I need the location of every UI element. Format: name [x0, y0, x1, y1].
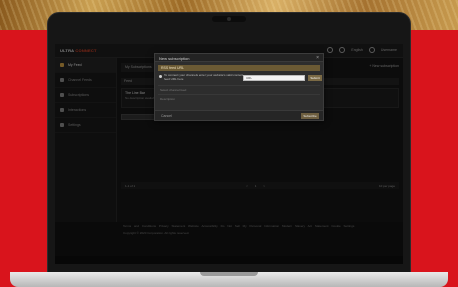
url-option-row: To connect your channels enter your webs… [158, 73, 322, 83]
laptop-base-notch [200, 272, 258, 276]
section-header: RSS feed URL [158, 65, 320, 71]
close-icon[interactable]: × [316, 55, 319, 61]
dialog-footer: Cancel Subscribe [155, 110, 323, 120]
subscribe-button[interactable]: Subscribe [301, 113, 319, 119]
dialog-title: New subscription [159, 56, 190, 61]
cancel-button[interactable]: Cancel [161, 114, 172, 118]
feed-url-input[interactable]: URL [243, 75, 305, 81]
laptop-screen: ULTRA CONNECT English Username My Feed C… [55, 44, 403, 264]
camera-icon [227, 17, 231, 21]
description-field[interactable]: Description [158, 94, 320, 101]
submit-url-button[interactable]: Submit [308, 75, 322, 81]
option-description: To connect your channels enter your webs… [164, 73, 244, 81]
dialog-header: New subscription × [155, 54, 323, 62]
channel-feed-select[interactable]: Select channel feed [158, 85, 320, 92]
option-radio[interactable] [159, 75, 162, 78]
new-subscription-dialog: New subscription × RSS feed URL To conne… [154, 53, 324, 121]
